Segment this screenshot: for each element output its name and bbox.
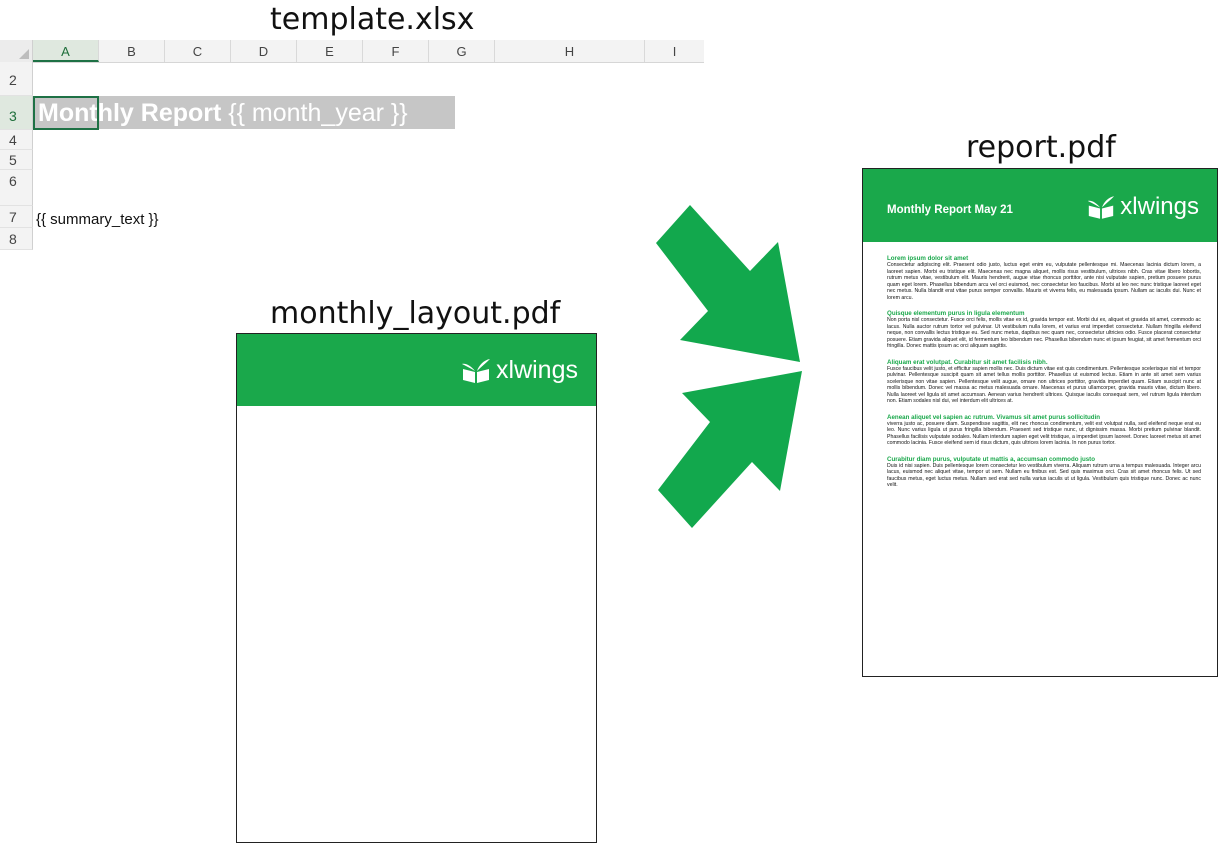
arrow-down-right-icon bbox=[656, 205, 800, 362]
merge-arrows bbox=[656, 205, 802, 528]
arrow-up-right-icon bbox=[658, 371, 802, 528]
